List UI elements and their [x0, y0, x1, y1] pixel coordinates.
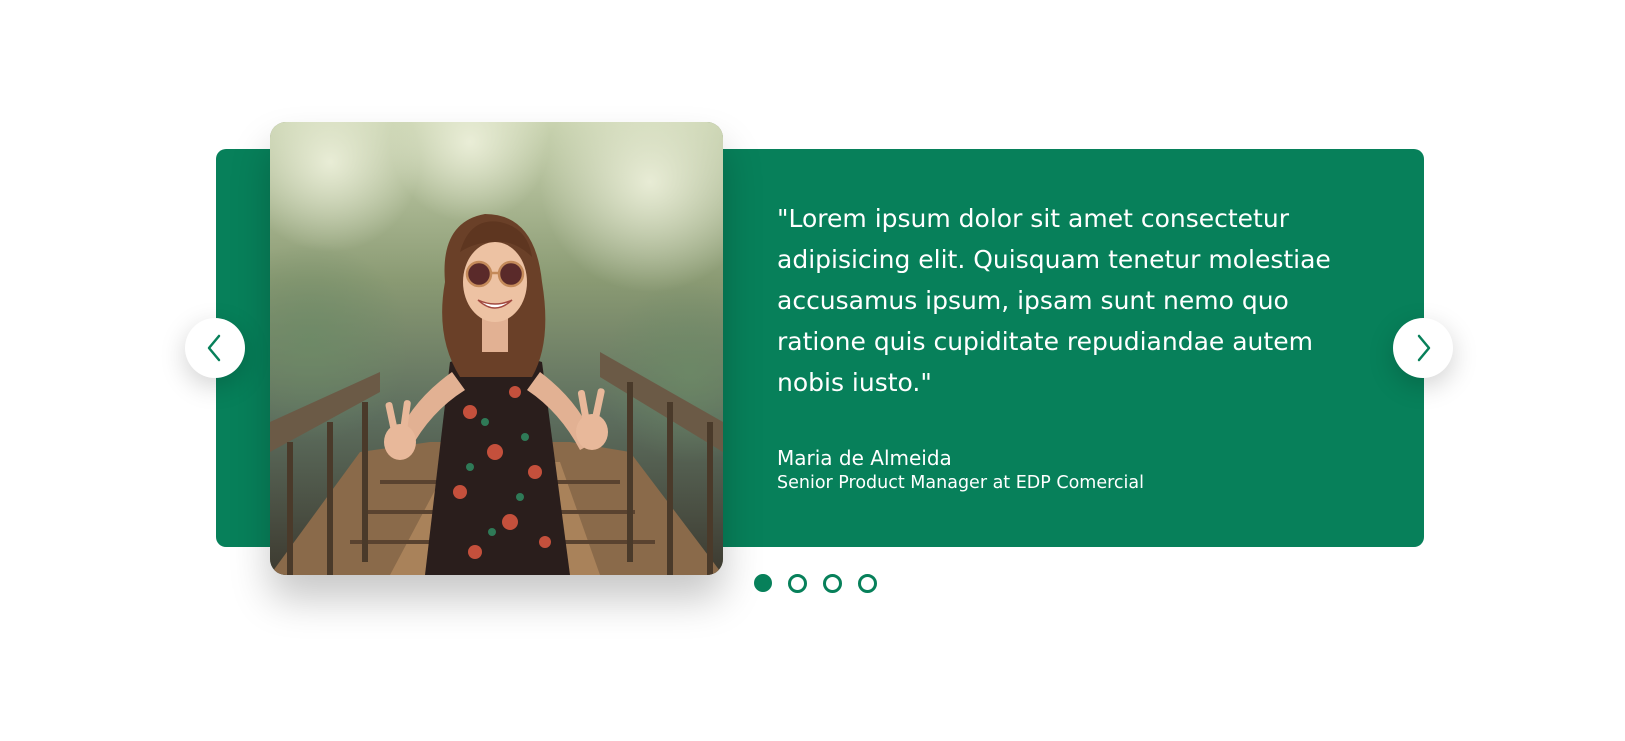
testimonial-content: "Lorem ipsum dolor sit amet consectetur … [777, 198, 1377, 495]
pagination-dot-1[interactable] [754, 574, 772, 592]
chevron-left-icon [207, 334, 221, 362]
testimonial-slider: "Lorem ipsum dolor sit amet consectetur … [0, 0, 1625, 741]
pagination-dot-2[interactable] [788, 574, 807, 593]
previous-slide-button[interactable] [185, 318, 245, 378]
testimonial-quote: "Lorem ipsum dolor sit amet consectetur … [777, 204, 1331, 397]
testimonial-author-role: Senior Product Manager at EDP Comercial [777, 473, 1144, 493]
testimonial-photo [270, 122, 723, 575]
pagination-dot-3[interactable] [823, 574, 842, 593]
next-slide-button[interactable] [1393, 318, 1453, 378]
chevron-right-icon [1417, 334, 1431, 362]
slider-pagination [754, 574, 877, 593]
pagination-dot-4[interactable] [858, 574, 877, 593]
testimonial-author-name: Maria de Almeida [777, 446, 952, 470]
